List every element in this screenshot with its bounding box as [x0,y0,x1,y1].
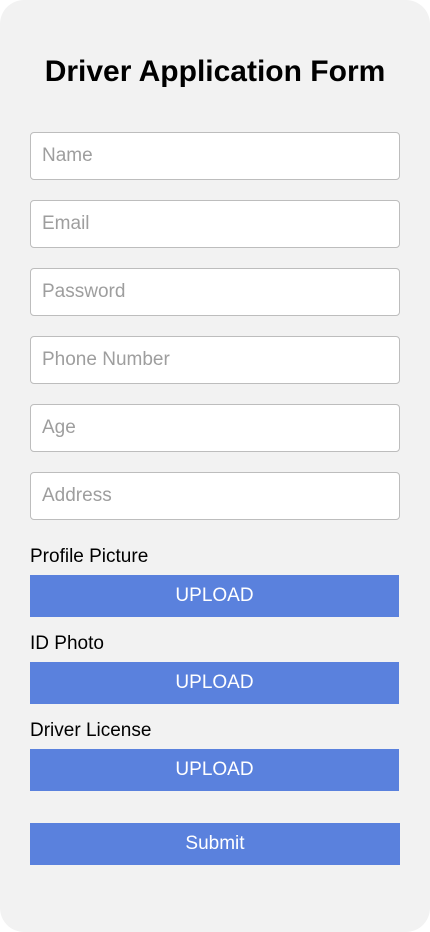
profile-picture-upload-button[interactable]: UPLOAD [30,575,399,617]
age-input[interactable] [30,404,400,452]
application-form-card: Driver Application Form Profile Picture … [0,0,430,932]
page-title: Driver Application Form [44,55,386,88]
id-photo-upload-button[interactable]: UPLOAD [30,662,399,704]
phone-number-input[interactable] [30,336,400,384]
driver-license-upload-button[interactable]: UPLOAD [30,749,399,791]
name-input[interactable] [30,132,400,180]
id-photo-label: ID Photo [30,633,104,654]
profile-picture-label: Profile Picture [30,546,149,567]
driver-license-label: Driver License [30,720,152,741]
address-input[interactable] [30,472,400,520]
password-input[interactable] [30,268,400,316]
submit-button[interactable]: Submit [30,823,400,865]
email-input[interactable] [30,200,400,248]
